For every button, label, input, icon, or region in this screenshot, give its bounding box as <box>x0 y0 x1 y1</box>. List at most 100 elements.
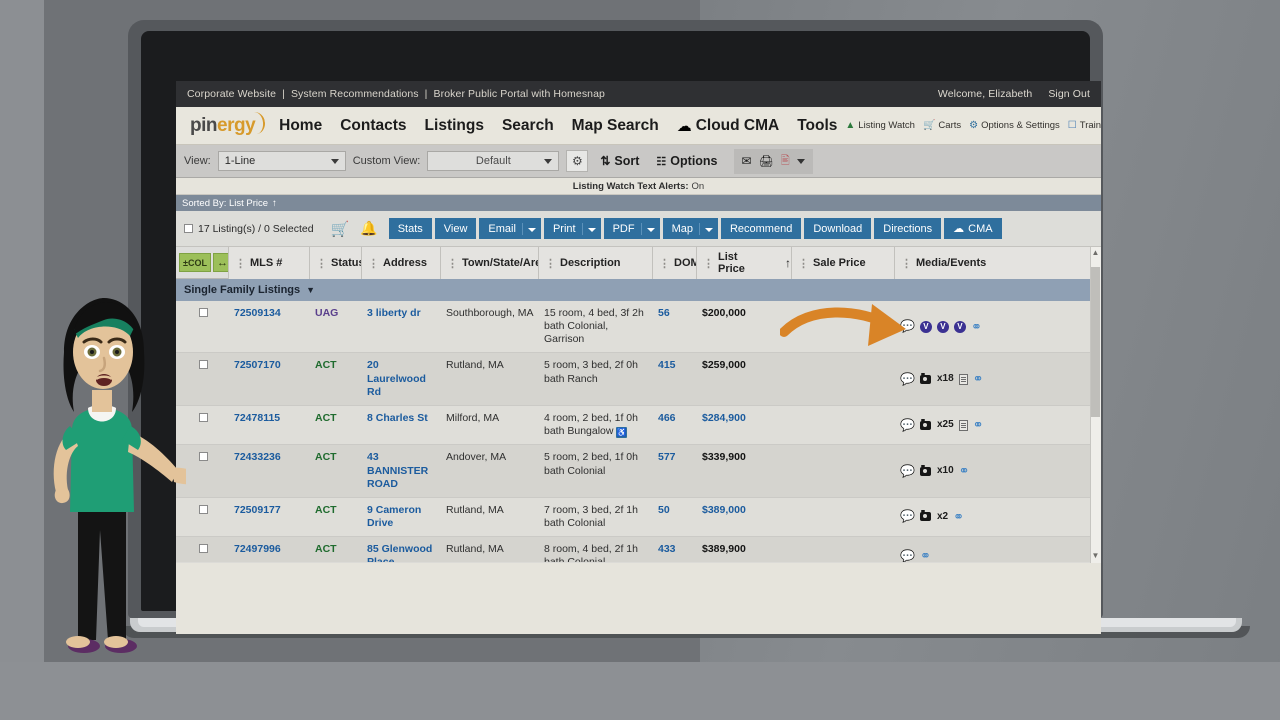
email-button[interactable]: Email <box>479 218 541 239</box>
vertical-scrollbar[interactable]: ▲ ▼ <box>1090 247 1101 563</box>
tool-listing-watch[interactable]: ▲ Listing Watch <box>845 120 915 131</box>
nav-item-home[interactable]: Home <box>279 117 322 135</box>
row-checkbox[interactable] <box>198 308 208 317</box>
map-dropdown-toggle[interactable] <box>698 222 713 235</box>
nav-item-map-search[interactable]: Map Search <box>572 117 659 135</box>
directions-button[interactable]: Directions <box>874 218 942 239</box>
pdf-dropdown-toggle[interactable] <box>640 222 655 235</box>
pdf-button[interactable]: PDF <box>603 218 660 239</box>
row-checkbox[interactable] <box>198 360 208 370</box>
settings-gear-button[interactable]: ⚙ <box>566 150 589 172</box>
comment-icon[interactable]: 💬 <box>900 418 915 433</box>
nav-item-contacts[interactable]: Contacts <box>340 117 406 135</box>
email-dropdown-toggle[interactable] <box>521 222 536 235</box>
sort-button[interactable]: ⇅ Sort <box>595 154 644 168</box>
scroll-up-arrow[interactable]: ▲ <box>1091 248 1100 259</box>
photo-camera-icon[interactable] <box>919 510 931 522</box>
column-header-mls[interactable]: ⋮ MLS # <box>228 247 309 279</box>
view-button[interactable]: View <box>434 218 477 239</box>
cma-button[interactable]: ☁ CMA <box>944 218 1002 239</box>
comment-icon[interactable]: 💬 <box>900 319 915 334</box>
cell-mls[interactable]: 72433236 <box>228 445 309 496</box>
nav-item-tools[interactable]: Tools <box>797 117 837 135</box>
fingerprint-icon[interactable]: ⚭ <box>920 548 931 562</box>
options-button[interactable]: ☷ Options <box>651 154 722 168</box>
link-corporate-website[interactable]: Corporate Website <box>187 88 276 100</box>
comment-icon[interactable]: 💬 <box>900 549 915 562</box>
cell-mls[interactable]: 72478115 <box>228 406 309 445</box>
fingerprint-icon[interactable]: ⚭ <box>973 371 984 387</box>
recommend-button[interactable]: Recommend <box>720 218 802 239</box>
column-header-list-price[interactable]: ⋮ List Price ↑ <box>696 247 791 279</box>
select-all-checkbox[interactable] <box>184 224 193 233</box>
sign-out-link[interactable]: Sign Out <box>1048 88 1090 100</box>
table-row[interactable]: 72509177 ACT 9 Cameron Drive Rutland, MA 7 r… <box>176 497 1101 537</box>
column-header-sale-price[interactable]: ⋮ Sale Price <box>791 247 894 279</box>
row-checkbox[interactable] <box>198 412 208 422</box>
view-select[interactable]: 1-Line <box>217 151 346 171</box>
print-button[interactable]: Print <box>543 218 601 239</box>
fingerprint-icon[interactable]: ⚭ <box>971 319 982 335</box>
cell-address[interactable]: 43 BANNISTER ROAD <box>361 445 440 496</box>
document-icon[interactable] <box>958 373 968 385</box>
cell-address[interactable]: 85 Glenwood Place <box>361 537 440 562</box>
scrollbar-thumb[interactable] <box>1091 267 1100 417</box>
column-header-address[interactable]: ⋮ Address <box>361 247 440 279</box>
virtual-tour-badge-icon[interactable]: V <box>936 320 949 333</box>
accessibility-icon[interactable]: ♿ <box>616 427 628 439</box>
link-system-recommendations[interactable]: System Recommendations <box>291 88 419 100</box>
envelope-icon[interactable]: ✉ <box>742 154 752 168</box>
chevron-down-icon[interactable] <box>796 158 805 164</box>
table-row[interactable]: 72478115 ACT 8 Charles St Milford, MA 4 room… <box>176 405 1101 446</box>
comment-icon-active[interactable]: 💬 <box>900 509 915 524</box>
photo-camera-icon[interactable] <box>919 464 931 476</box>
map-button[interactable]: Map <box>662 218 718 239</box>
fingerprint-icon[interactable]: ⚭ <box>959 463 970 479</box>
document-icon[interactable] <box>958 419 968 431</box>
column-header-description[interactable]: ⋮ Description <box>538 247 652 279</box>
pdf-icon[interactable]: 🖹 <box>781 152 790 171</box>
nav-item-cloud-cma[interactable]: ☁ Cloud CMA <box>677 117 780 135</box>
cell-address[interactable]: 3 liberty dr <box>361 301 440 352</box>
print-dropdown-toggle[interactable] <box>581 222 596 235</box>
download-button[interactable]: Download <box>804 218 872 239</box>
remove-alert-icon[interactable]: 🔔 <box>360 220 377 237</box>
row-checkbox[interactable] <box>198 504 208 514</box>
stats-button[interactable]: Stats <box>388 218 432 239</box>
cell-mls[interactable]: 72509134 <box>228 301 309 352</box>
pinergy-logo[interactable]: pinergy <box>190 110 267 137</box>
link-broker-public-portal[interactable]: Broker Public Portal with Homesnap <box>434 88 605 100</box>
table-row[interactable]: 72509134 UAG 3 liberty dr Southborough, MA 1… <box>176 301 1101 354</box>
group-header-single-family[interactable]: Single Family Listings ▼ <box>176 279 1101 301</box>
cell-address[interactable]: 9 Cameron Drive <box>361 498 440 536</box>
toggle-columns-button[interactable]: ±COL <box>179 253 211 272</box>
table-row[interactable]: 72497996 ACT 85 Glenwood Place Rutland, MA 8… <box>176 537 1101 562</box>
column-header-media-events[interactable]: ⋮ Media/Events <box>894 247 1101 279</box>
custom-view-select[interactable]: Default <box>427 151 560 171</box>
virtual-tour-badge-icon[interactable]: V <box>919 320 932 333</box>
virtual-tour-badge-icon[interactable]: V <box>953 320 966 333</box>
cell-address[interactable]: 8 Charles St <box>361 406 440 445</box>
column-header-town[interactable]: ⋮ Town/State/Area <box>440 247 547 279</box>
column-header-dom[interactable]: ⋮ DOM <box>652 247 700 279</box>
comment-icon-active[interactable]: 💬 <box>900 372 915 387</box>
tool-carts[interactable]: 🛒 Carts <box>923 120 961 131</box>
table-row[interactable]: 72433236 ACT 43 BANNISTER ROAD Andover, MA 5… <box>176 445 1101 498</box>
cell-mls[interactable]: 72509177 <box>228 498 309 536</box>
tool-training-library[interactable]: ☐ Training Library <box>1068 120 1101 131</box>
nav-item-search[interactable]: Search <box>502 117 554 135</box>
photo-camera-icon[interactable] <box>919 418 931 430</box>
row-checkbox[interactable] <box>198 452 208 462</box>
tool-options-settings[interactable]: ⚙ Options & Settings <box>969 120 1060 131</box>
scroll-down-arrow[interactable]: ▼ <box>1091 551 1100 562</box>
photo-camera-icon[interactable] <box>919 372 931 384</box>
fingerprint-icon[interactable]: ⚭ <box>973 417 984 433</box>
cell-mls[interactable]: 72507170 <box>228 353 309 404</box>
cell-address[interactable]: 20 Laurelwood Rd <box>361 353 440 404</box>
nav-item-listings[interactable]: Listings <box>425 117 484 135</box>
chevron-down-icon[interactable]: ▼ <box>306 285 315 295</box>
cell-mls[interactable]: 72497996 <box>228 537 309 562</box>
column-header-status[interactable]: ⋮ Status <box>309 247 365 279</box>
fingerprint-icon[interactable]: ⚭ <box>953 509 964 525</box>
add-to-cart-icon[interactable]: 🛒 <box>331 220 350 238</box>
